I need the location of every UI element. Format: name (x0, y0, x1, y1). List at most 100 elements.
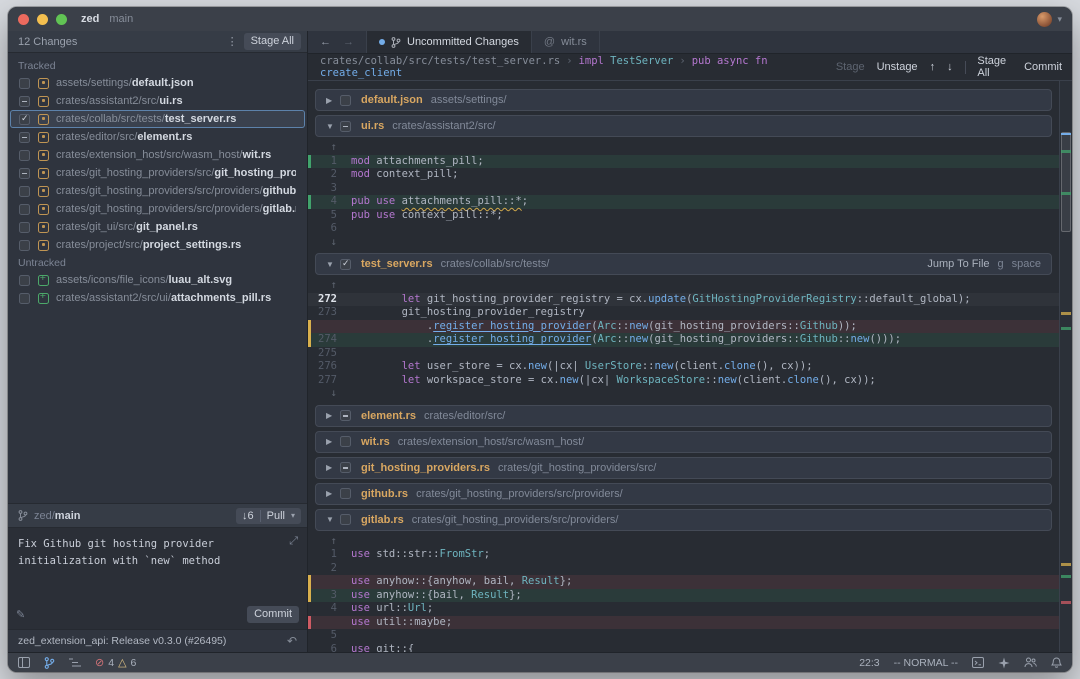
expand-excerpt-icon[interactable]: ↑ (311, 535, 351, 549)
chevron-right-icon[interactable]: ▶ (326, 489, 340, 498)
diff-file-header[interactable]: ▼test_server.rscrates/collab/src/tests/J… (315, 253, 1052, 275)
stage-checkbox[interactable] (19, 293, 30, 304)
tab-wit-rs[interactable]: @wit.rs (532, 31, 600, 53)
commit-button[interactable]: Commit (247, 606, 299, 623)
chevron-down-icon[interactable]: ▼ (326, 515, 340, 524)
file-row[interactable]: assets/settings/default.json (10, 74, 305, 92)
stage-checkbox[interactable] (19, 96, 30, 107)
outline-panel-icon[interactable] (69, 658, 81, 668)
pull-button[interactable]: ↓6 Pull ▾ (236, 508, 301, 524)
next-hunk-button[interactable]: ↓ (947, 61, 953, 73)
diff-file-header[interactable]: ▶default.jsonassets/settings/ (315, 89, 1052, 111)
prev-hunk-button[interactable]: ↑ (930, 61, 936, 73)
stage-checkbox[interactable] (19, 222, 30, 233)
file-row[interactable]: crates/git_hosting_providers/src/git_hos… (10, 164, 305, 182)
diff-file-header[interactable]: ▶git_hosting_providers.rscrates/git_host… (315, 457, 1052, 479)
stage-checkbox[interactable] (19, 186, 30, 197)
zoom-window-button[interactable] (56, 14, 67, 25)
chevron-down-icon[interactable]: ▾ (1057, 14, 1062, 25)
stage-checkbox[interactable] (340, 95, 351, 106)
assistant-sparkle-icon[interactable] (998, 657, 1010, 669)
overflow-menu-icon[interactable]: ⋮ (221, 35, 244, 48)
stage-checkbox[interactable] (19, 240, 30, 251)
file-row[interactable]: crates/git_hosting_providers/src/provide… (10, 200, 305, 218)
bell-icon[interactable] (1051, 657, 1062, 669)
diff-code-block[interactable]: ↑1use std::str::FromStr;2use anyhow::{an… (308, 535, 1059, 653)
stage-all-button[interactable]: Stage All (244, 33, 301, 50)
tab-uncommitted-changes[interactable]: Uncommitted Changes (367, 31, 532, 53)
stage-checkbox[interactable] (19, 114, 30, 125)
project-panel-icon[interactable] (18, 657, 30, 668)
branch-name[interactable]: main (109, 13, 133, 25)
expand-excerpt-icon[interactable]: ↓ (311, 387, 351, 401)
code-line: use util::maybe; (308, 616, 1059, 630)
commit-button[interactable]: Commit (1024, 61, 1062, 73)
cursor-position[interactable]: 22:3 (859, 657, 879, 669)
stage-checkbox[interactable] (19, 132, 30, 143)
diff-view[interactable]: ▶default.jsonassets/settings/ ▼ui.rscrate… (308, 81, 1072, 652)
diff-code-block[interactable]: ↑1mod attachments_pill;2mod context_pill… (308, 141, 1059, 249)
file-row[interactable]: crates/assistant2/src/ui/attachments_pil… (10, 289, 305, 307)
close-window-button[interactable] (18, 14, 29, 25)
stage-checkbox[interactable] (340, 410, 351, 421)
chevron-right-icon[interactable]: ▶ (326, 411, 340, 420)
stage-all-button[interactable]: Stage All (977, 55, 1012, 79)
scrollbar[interactable] (1059, 81, 1072, 652)
diff-file-header[interactable]: ▶wit.rscrates/extension_host/src/wasm_ho… (315, 431, 1052, 453)
chevron-down-icon[interactable]: ▾ (291, 511, 295, 520)
stage-checkbox[interactable] (340, 462, 351, 473)
git-panel-icon[interactable] (44, 657, 55, 669)
stage-checkbox[interactable] (19, 78, 30, 89)
diff-file-header[interactable]: ▼gitlab.rscrates/git_hosting_providers/s… (315, 509, 1052, 531)
file-row[interactable]: crates/git_ui/src/git_panel.rs (10, 218, 305, 236)
stage-checkbox[interactable] (19, 150, 30, 161)
diff-file-header[interactable]: ▶element.rscrates/editor/src/ (315, 405, 1052, 427)
stage-checkbox[interactable] (19, 168, 30, 179)
stage-checkbox[interactable] (340, 514, 351, 525)
commit-message-text[interactable]: Fix Github git hosting provider initiali… (18, 536, 276, 570)
file-row[interactable]: crates/project/src/project_settings.rs (10, 236, 305, 254)
expand-commit-editor-icon[interactable]: ⤢ (289, 535, 298, 548)
diff-code-block[interactable]: ↑272 let git_hosting_provider_registry =… (308, 279, 1059, 401)
jump-to-file-button[interactable]: Jump To File (927, 258, 989, 270)
stage-button[interactable]: Stage (836, 61, 865, 73)
breadcrumb[interactable]: crates/collab/src/tests/test_server.rs›i… (320, 55, 836, 79)
expand-excerpt-icon[interactable]: ↑ (311, 279, 351, 293)
file-row[interactable]: crates/assistant2/src/ui.rs (10, 92, 305, 110)
branch-row[interactable]: zed/main ↓6 Pull ▾ (8, 503, 307, 527)
navigate-back-button[interactable]: ← (320, 36, 331, 48)
file-row[interactable]: crates/extension_host/src/wasm_host/wit.… (10, 146, 305, 164)
chevron-down-icon[interactable]: ▼ (326, 260, 340, 269)
commit-message-editor[interactable]: Fix Github git hosting provider initiali… (8, 527, 307, 629)
user-avatar[interactable] (1037, 12, 1052, 27)
stage-checkbox[interactable] (340, 488, 351, 499)
expand-excerpt-icon[interactable]: ↓ (311, 236, 351, 250)
file-row[interactable]: crates/collab/src/tests/test_server.rs (10, 110, 305, 128)
project-name[interactable]: zed (81, 13, 99, 25)
unstage-button[interactable]: Unstage (877, 61, 918, 73)
scrollbar-thumb[interactable] (1061, 132, 1071, 232)
diff-file-header[interactable]: ▶github.rscrates/git_hosting_providers/s… (315, 483, 1052, 505)
diagnostics-summary[interactable]: ⊘ 4 △ 6 (95, 656, 136, 669)
generate-commit-message-icon[interactable]: ✎ (16, 608, 25, 621)
file-row[interactable]: crates/editor/src/element.rs (10, 128, 305, 146)
file-path: crates/git_ui/src/git_panel.rs (56, 221, 198, 233)
stage-checkbox[interactable] (19, 275, 30, 286)
terminal-icon[interactable] (972, 657, 984, 668)
stage-checkbox[interactable] (19, 204, 30, 215)
expand-excerpt-icon[interactable]: ↑ (311, 141, 351, 155)
chevron-right-icon[interactable]: ▶ (326, 463, 340, 472)
collaboration-icon[interactable] (1024, 657, 1037, 668)
file-row[interactable]: crates/git_hosting_providers/src/provide… (10, 182, 305, 200)
stage-checkbox[interactable] (340, 436, 351, 447)
stage-checkbox[interactable] (340, 259, 351, 270)
file-row[interactable]: assets/icons/file_icons/luau_alt.svg (10, 271, 305, 289)
minimize-window-button[interactable] (37, 14, 48, 25)
uncommit-icon[interactable]: ↶ (287, 634, 297, 648)
stage-checkbox[interactable] (340, 121, 351, 132)
chevron-down-icon[interactable]: ▼ (326, 122, 340, 131)
navigate-forward-button[interactable]: → (343, 36, 354, 48)
diff-file-header[interactable]: ▼ui.rscrates/assistant2/src/ (315, 115, 1052, 137)
chevron-right-icon[interactable]: ▶ (326, 96, 340, 105)
chevron-right-icon[interactable]: ▶ (326, 437, 340, 446)
